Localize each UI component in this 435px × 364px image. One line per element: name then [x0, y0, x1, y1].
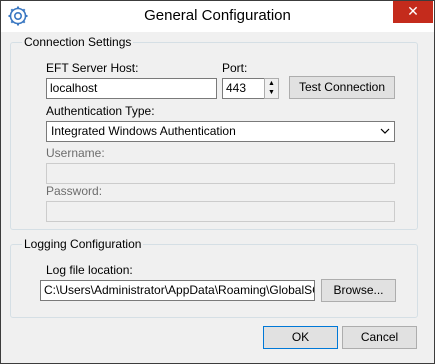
- title-bar: General Configuration ✕: [1, 1, 434, 32]
- cancel-button[interactable]: Cancel: [342, 326, 417, 349]
- test-connection-button[interactable]: Test Connection: [289, 76, 395, 99]
- port-label: Port:: [222, 61, 248, 75]
- spin-down-icon[interactable]: ▼: [265, 88, 278, 97]
- close-button[interactable]: ✕: [393, 1, 433, 23]
- ok-button[interactable]: OK: [263, 326, 338, 349]
- log-location-input[interactable]: C:\Users\Administrator\AppData\Roaming\G…: [40, 280, 315, 301]
- username-field[interactable]: [46, 163, 395, 184]
- username-label: Username:: [46, 146, 105, 160]
- window-title: General Configuration: [144, 7, 291, 24]
- port-stepper[interactable]: ▲ ▼: [264, 78, 279, 99]
- auth-type-select[interactable]: Integrated Windows Authentication: [46, 121, 395, 142]
- port-input[interactable]: 443: [222, 78, 265, 99]
- logging-configuration-legend: Logging Configuration: [22, 237, 144, 251]
- browse-button[interactable]: Browse...: [321, 279, 396, 302]
- log-location-label: Log file location:: [46, 263, 133, 277]
- password-field[interactable]: [46, 201, 395, 222]
- auth-type-value: Integrated Windows Authentication: [51, 124, 236, 138]
- close-icon: ✕: [407, 3, 419, 19]
- spin-up-icon[interactable]: ▲: [265, 79, 278, 88]
- chevron-down-icon: [380, 128, 390, 134]
- host-input[interactable]: localhost: [46, 78, 217, 99]
- connection-settings-legend: Connection Settings: [22, 35, 134, 49]
- general-configuration-dialog: General Configuration ✕ Connection Setti…: [0, 0, 435, 364]
- host-label: EFT Server Host:: [46, 61, 139, 75]
- auth-type-label: Authentication Type:: [46, 104, 155, 118]
- password-label: Password:: [46, 184, 103, 198]
